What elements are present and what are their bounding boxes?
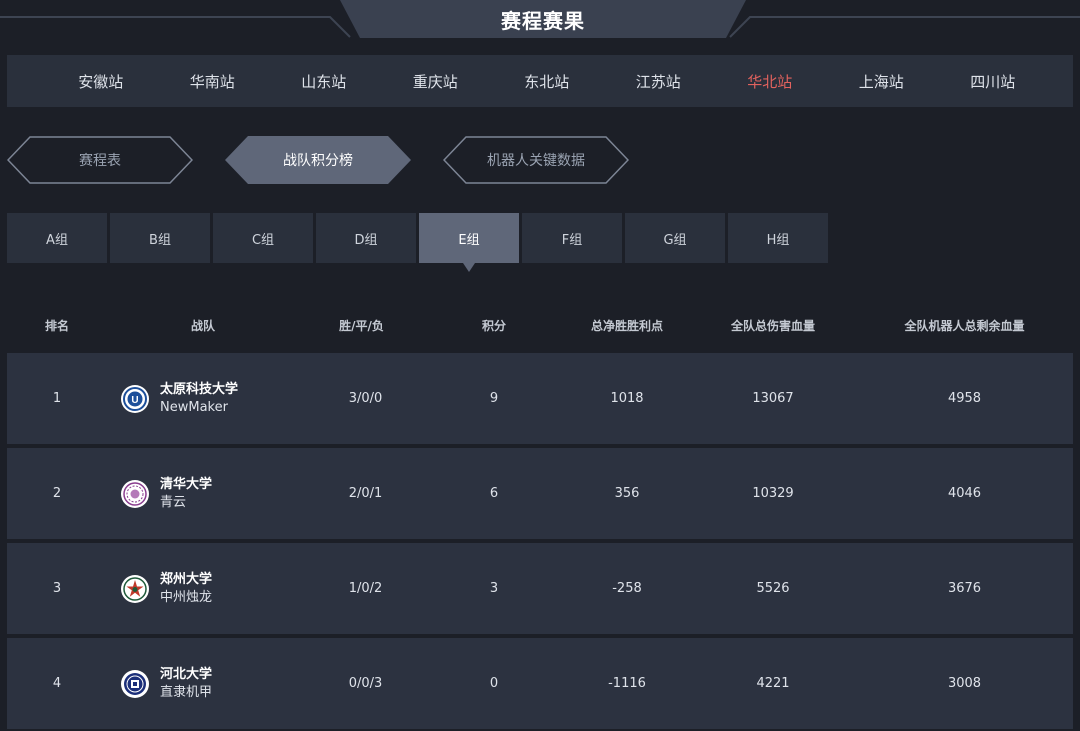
station-tab-sichuan[interactable]: 四川站 — [937, 71, 1049, 92]
cell-points: 0 — [489, 676, 499, 691]
cell-net-points: -1116 — [608, 676, 646, 691]
tab-standings[interactable]: 战队积分榜 — [225, 136, 411, 184]
station-tab-jiangsu[interactable]: 江苏站 — [603, 71, 715, 92]
tab-robot-data[interactable]: 机器人关键数据 — [443, 136, 629, 184]
group-tab-d[interactable]: D组 — [316, 213, 416, 263]
group-tab-e[interactable]: E组 — [419, 213, 519, 272]
cell-net-points: 356 — [614, 486, 640, 501]
station-tab-dongbei[interactable]: 东北站 — [491, 71, 603, 92]
standings-table-header: 排名 战队 胜/平/负 积分 总净胜胜利点 全队总伤害血量 全队机器人总剩余血量 — [7, 305, 1073, 345]
team-school: 太原科技大学 — [160, 381, 239, 397]
group-tab-a[interactable]: A组 — [7, 213, 107, 263]
cell-wdl: 2/0/1 — [348, 486, 383, 501]
group-tab-f[interactable]: F组 — [522, 213, 622, 263]
station-tab-shandong[interactable]: 山东站 — [268, 71, 380, 92]
table-row: 4 河北大学 直隶机甲 0/0/3 0 -1116 4221 3008 — [7, 638, 1073, 729]
table-row: 1 U 太原科技大学 NewMaker 3/0/0 9 1018 13067 4 — [7, 353, 1073, 444]
table-row: 3 郑州大学 中州烛龙 1/0/2 3 -258 5526 3676 — [7, 543, 1073, 634]
team-name: 直隶机甲 — [160, 684, 213, 700]
cell-points: 9 — [489, 391, 499, 406]
tab-standings-label: 战队积分榜 — [283, 153, 353, 169]
header-points: 积分 — [481, 318, 506, 333]
page-title: 赛程赛果 — [501, 8, 585, 33]
cell-team: 清华大学 青云 — [107, 476, 307, 512]
station-tab-anhui[interactable]: 安徽站 — [45, 71, 157, 92]
cell-rank: 4 — [52, 676, 62, 691]
svg-text:U: U — [131, 395, 138, 406]
cell-wdl: 0/0/3 — [348, 676, 383, 691]
cell-rank: 3 — [52, 581, 62, 596]
group-tabs: A组 B组 C组 D组 E组 F组 G组 H组 — [7, 213, 831, 272]
group-tab-c[interactable]: C组 — [213, 213, 313, 263]
cell-points: 3 — [489, 581, 499, 596]
tsinghua-logo-icon — [121, 479, 149, 508]
cell-team: 郑州大学 中州烛龙 — [107, 571, 307, 607]
cell-total-damage: 5526 — [756, 581, 790, 596]
cell-team: U 太原科技大学 NewMaker — [107, 381, 307, 417]
cell-wdl: 1/0/2 — [348, 581, 383, 596]
group-tab-h[interactable]: H组 — [728, 213, 828, 263]
cell-total-damage: 10329 — [752, 486, 794, 501]
team-name: 青云 — [160, 494, 187, 510]
team-name: NewMaker — [160, 399, 228, 415]
zzu-logo-icon — [121, 574, 149, 603]
team-school: 河北大学 — [160, 666, 213, 682]
group-tab-g[interactable]: G组 — [625, 213, 725, 263]
cell-rank: 1 — [52, 391, 62, 406]
station-nav: 安徽站 华南站 山东站 重庆站 东北站 江苏站 华北站 上海站 四川站 — [7, 55, 1073, 107]
group-tab-b[interactable]: B组 — [110, 213, 210, 263]
hbu-logo-icon — [121, 669, 149, 698]
station-tab-huabei[interactable]: 华北站 — [714, 71, 826, 92]
station-tab-huanan[interactable]: 华南站 — [157, 71, 269, 92]
header-remaining-hp: 全队机器人总剩余血量 — [904, 318, 1025, 333]
cell-remaining-hp: 3676 — [947, 581, 982, 596]
cell-remaining-hp: 4958 — [947, 391, 982, 406]
team-name: 中州烛龙 — [160, 589, 213, 605]
team-school: 郑州大学 — [160, 571, 213, 587]
cell-net-points: -258 — [612, 581, 642, 596]
cell-team: 河北大学 直隶机甲 — [107, 666, 307, 702]
cell-wdl: 3/0/0 — [348, 391, 383, 406]
cell-rank: 2 — [52, 486, 62, 501]
cell-total-damage: 13067 — [752, 391, 794, 406]
tab-schedule[interactable]: 赛程表 — [7, 136, 193, 184]
cell-points: 6 — [489, 486, 499, 501]
standings-page: 赛程赛果 安徽站 华南站 山东站 重庆站 东北站 江苏站 华北站 上海站 四川站… — [0, 0, 1080, 731]
team-school: 清华大学 — [160, 476, 213, 492]
cell-net-points: 1018 — [610, 391, 644, 406]
tyust-logo-icon: U — [121, 384, 149, 413]
header-total-damage: 全队总伤害血量 — [730, 318, 815, 333]
tab-robot-data-label: 机器人关键数据 — [487, 153, 585, 169]
cell-total-damage: 4221 — [756, 676, 790, 691]
header-rank: 排名 — [44, 318, 69, 333]
page-header: 赛程赛果 — [0, 0, 1080, 40]
station-tab-shanghai[interactable]: 上海站 — [826, 71, 938, 92]
cell-remaining-hp: 4046 — [947, 486, 982, 501]
header-net-points: 总净胜胜利点 — [590, 318, 663, 333]
station-tab-chongqing[interactable]: 重庆站 — [380, 71, 492, 92]
header-wdl: 胜/平/负 — [339, 318, 384, 333]
cell-remaining-hp: 3008 — [947, 676, 982, 691]
header-team: 战队 — [190, 318, 215, 333]
standings-table-body: 1 U 太原科技大学 NewMaker 3/0/0 9 1018 13067 4 — [7, 353, 1073, 731]
table-row: 2 清华大学 青云 2/0/1 6 356 10329 4046 — [7, 448, 1073, 539]
tab-schedule-label: 赛程表 — [79, 153, 121, 169]
